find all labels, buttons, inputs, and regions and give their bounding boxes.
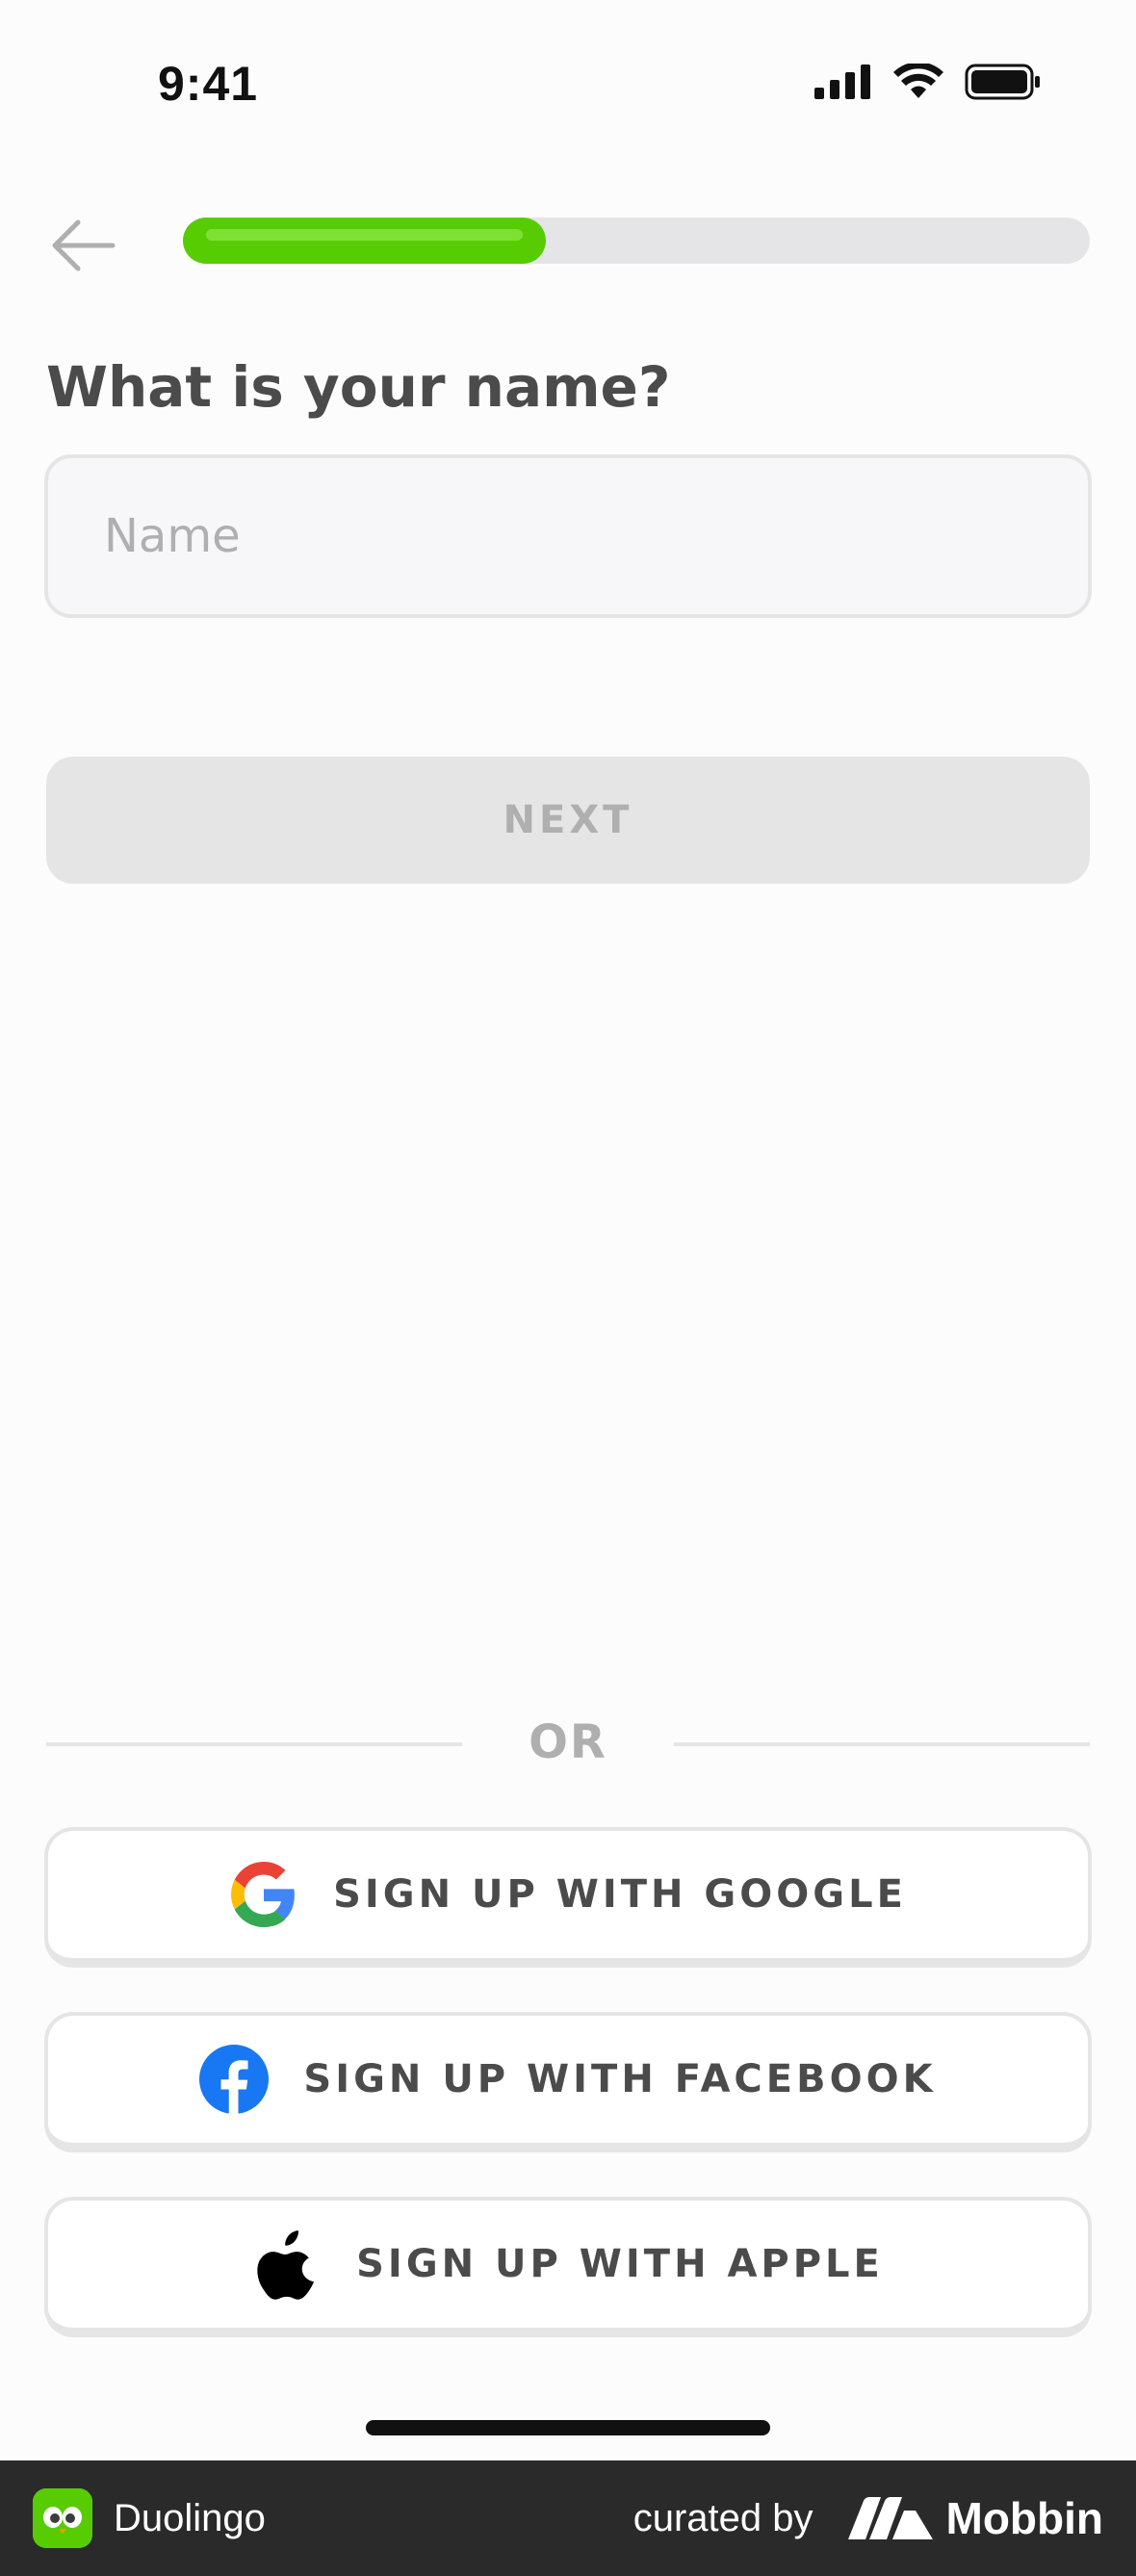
sign-up-apple-label: SIGN UP WITH APPLE	[356, 2242, 884, 2286]
back-button[interactable]	[44, 212, 121, 279]
status-icons	[814, 64, 1042, 100]
progress-fill	[183, 218, 546, 264]
facebook-icon	[199, 2045, 270, 2114]
or-divider: OR	[46, 1712, 1090, 1779]
sign-up-google-button[interactable]: SIGN UP WITH GOOGLE	[44, 1827, 1092, 1968]
sign-up-google-label: SIGN UP WITH GOOGLE	[333, 1872, 907, 1917]
mobbin-mark-icon	[847, 2497, 933, 2539]
divider-line-right	[674, 1742, 1090, 1746]
status-time: 9:41	[158, 57, 259, 111]
duolingo-owl-icon	[33, 2488, 92, 2548]
app-name: Duolingo	[114, 2496, 266, 2539]
mobbin-logo: Mobbin	[847, 2492, 1104, 2544]
sign-up-apple-button[interactable]: SIGN UP WITH APPLE	[44, 2197, 1092, 2337]
wifi-icon	[893, 64, 943, 98]
page-title: What is your name?	[46, 354, 671, 420]
progress-bar	[183, 218, 1090, 264]
progress-highlight	[206, 229, 523, 241]
google-icon	[229, 1860, 298, 1929]
sign-up-facebook-label: SIGN UP WITH FACEBOOK	[303, 2057, 937, 2101]
sign-up-facebook-button[interactable]: SIGN UP WITH FACEBOOK	[44, 2012, 1092, 2152]
attribution-footer: Duolingo curated by Mobbin	[0, 2460, 1136, 2576]
cellular-signal-icon	[814, 64, 870, 99]
curated-by-label: curated by	[633, 2496, 813, 2539]
mobbin-brand-text: Mobbin	[945, 2493, 1104, 2543]
arrow-left-icon	[52, 219, 116, 271]
home-indicator[interactable]	[366, 2420, 770, 2435]
apple-icon	[252, 2229, 322, 2300]
signup-name-screen: 9:41 What is your name? NEXT	[0, 0, 1136, 2576]
name-input[interactable]	[44, 454, 1092, 618]
next-button[interactable]: NEXT	[46, 757, 1090, 884]
battery-icon	[965, 64, 1040, 100]
